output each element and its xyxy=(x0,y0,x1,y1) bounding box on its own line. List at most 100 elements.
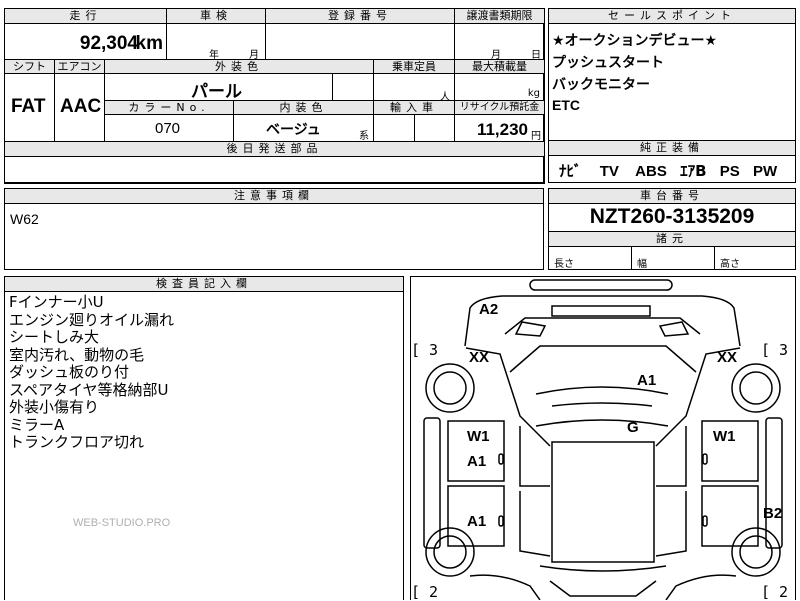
windshield xyxy=(509,345,697,373)
rear-left-quarter xyxy=(469,574,541,600)
color-no-header: カラーNo. xyxy=(104,100,234,115)
right-headlamp xyxy=(658,321,690,337)
import-cell-b xyxy=(414,114,455,142)
rear-deck xyxy=(549,580,657,597)
mark-xx-left: XX xyxy=(469,349,490,366)
later-parts-header: 後日発送部品 xyxy=(4,141,545,157)
roof-front-arc xyxy=(535,419,669,427)
wheel-front-right-inner xyxy=(739,371,773,405)
equipment-ps: PS xyxy=(719,163,740,180)
chassis-header: 車台番号 xyxy=(548,188,796,204)
caution-box: 注意事項欄 W62 xyxy=(4,188,544,270)
capacity-header: 乗車定員 xyxy=(373,59,455,74)
chassis-number: NZT260-3135209 xyxy=(589,205,755,228)
exterior-color-header: 外装色 xyxy=(104,59,374,74)
exterior-color-cell: パール xyxy=(104,73,333,102)
height-cell: 高さ xyxy=(714,246,796,270)
exterior-color-extra xyxy=(332,73,374,101)
import-cell-a xyxy=(373,114,415,142)
mark-a1-left-rear: A1 xyxy=(467,513,487,530)
inspection-cell: 年 月 xyxy=(166,23,266,61)
wheel-front-left xyxy=(425,363,475,413)
damage-side-left-top: [ 3 xyxy=(411,341,439,359)
damage-side-right-bottom: [ 2 xyxy=(761,583,789,601)
interior-color-cell: ベージュ 系 xyxy=(233,114,374,142)
interior-color-suffix: 系 xyxy=(359,131,369,142)
hood-inner xyxy=(504,317,701,335)
front-bumper xyxy=(529,279,673,291)
interior-color-value: ベージュ xyxy=(266,122,321,138)
left-sill xyxy=(423,417,441,549)
handle-rr xyxy=(702,515,708,527)
aircon-value: AAC xyxy=(60,96,102,117)
note-line-9: トランクフロア切れ xyxy=(9,433,145,451)
height-label: 高さ xyxy=(720,259,740,270)
watermark: WEB-STUDIO.PRO xyxy=(73,517,171,529)
mark-g-windshield: G xyxy=(627,419,639,436)
equipment-pw: PW xyxy=(752,163,778,180)
wheel-rear-left-inner xyxy=(433,535,467,569)
right-inner-rear xyxy=(655,491,687,557)
equipment-abs: ABS xyxy=(635,163,667,180)
caution-header: 注意事項欄 xyxy=(4,188,544,204)
length-label: 長さ xyxy=(554,259,574,270)
shift-value: FAT xyxy=(11,96,46,117)
top-info-table: 走行 車検 登録番号 譲渡書類期限 92,304 km 年 月 月 日 シフト … xyxy=(4,8,545,184)
length-cell: 長さ xyxy=(548,246,632,270)
inspection-header: 車検 xyxy=(166,8,266,24)
inspector-notes: Fインナー小U エンジン廻りオイル漏れ シートしみ大 室内汚れ、動物の毛 ダッシ… xyxy=(9,293,174,452)
max-load-header: 最大積載量 xyxy=(454,59,545,74)
caution-text: W62 xyxy=(10,211,39,227)
note-line-8: ミラーA xyxy=(9,415,65,434)
left-inner-rear xyxy=(519,491,551,557)
roof-front-line xyxy=(551,402,653,407)
damage-side-left-bottom: [ 2 xyxy=(411,583,439,601)
left-headlamp xyxy=(514,321,547,337)
mark-a1-hood: A1 xyxy=(637,372,657,389)
handle-lr xyxy=(498,515,504,527)
grille xyxy=(551,305,651,317)
mark-a2-front: A2 xyxy=(479,301,499,318)
rear-right-quarter xyxy=(665,574,737,600)
right-sill xyxy=(765,417,783,549)
transfer-cell: 月 日 xyxy=(454,23,545,61)
mark-b2-right: B2 xyxy=(763,505,783,522)
exterior-color-value: パール xyxy=(191,82,242,102)
import-header: 輸入車 xyxy=(373,100,455,115)
left-inner-front xyxy=(519,426,550,487)
handle-rf xyxy=(702,453,708,465)
mileage-value: 92,304 xyxy=(79,33,138,54)
hood-outline xyxy=(464,295,741,347)
mileage-header: 走行 xyxy=(4,8,167,24)
equipment-tv: TV xyxy=(599,163,619,180)
equipment-navi: ﾅﾋﾞ xyxy=(559,162,582,180)
damage-side-right-top: [ 3 xyxy=(761,341,789,359)
chassis-box: 車台番号 NZT260-3135209 諸元 長さ 幅 高さ xyxy=(548,188,796,270)
mileage-unit: km xyxy=(135,33,163,54)
shift-cell: FAT xyxy=(4,73,55,142)
wheel-front-right xyxy=(731,363,781,413)
wheel-rear-right xyxy=(731,527,781,577)
note-line-3: シートしみ大 xyxy=(9,328,100,346)
note-line-1: Fインナー小U xyxy=(9,293,104,311)
color-no-cell: 070 xyxy=(104,114,234,142)
note-line-6: スペアタイヤ等格納部U xyxy=(9,380,169,399)
sales-points-box: セールスポイント ★オークションデビュー★ プッシュスタート バックモニター E… xyxy=(548,8,796,141)
capacity-cell: 人 xyxy=(373,73,455,103)
transfer-header: 譲渡書類期限 xyxy=(454,8,545,24)
equipment-box: 純正装備 ﾅﾋﾞ TV ABS ｴｱB PS PW xyxy=(548,140,796,183)
wheel-rear-right-inner xyxy=(739,535,773,569)
handle-lf xyxy=(498,453,504,465)
shift-header: シフト xyxy=(4,59,55,74)
note-line-5: ダッシュ板のり付 xyxy=(9,363,130,381)
reg-no-header: 登録番号 xyxy=(265,8,455,24)
rear-window xyxy=(539,565,667,572)
width-cell: 幅 xyxy=(631,246,715,270)
inspector-header: 検査員記入欄 xyxy=(4,276,404,292)
recycle-value: 11,230 xyxy=(476,120,528,139)
note-line-4: 室内汚れ、動物の毛 xyxy=(9,345,145,364)
dims-header: 諸元 xyxy=(548,231,796,247)
equipment-list: ﾅﾋﾞ TV ABS ｴｱB PS PW xyxy=(559,160,777,181)
note-line-7: 外装小傷有り xyxy=(9,398,100,416)
max-load-cell: kg xyxy=(454,73,545,101)
